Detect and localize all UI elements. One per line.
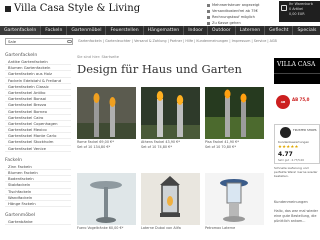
check-icon [207,15,210,19]
birdbath-image [77,173,136,225]
site-header: Villa Casa Style & Living Mehrwertsteuer… [0,0,320,26]
shipping-badge: AB 75,00 AB 75,0 [274,95,320,118]
search-value: Sale [8,39,17,44]
promo-title: VILLA CASA [277,61,316,68]
sidebar-item[interactable]: Gartenbänke [5,219,71,226]
cart-icon [281,5,287,11]
category-sidebar: Gartenfackeln Antike Gartenfackeln Blume… [5,52,71,226]
nav-item-geflecht[interactable]: Geflecht [265,26,294,35]
product-card[interactable]: Rome Fackel 69,00 €* Set of 10 134,80 €* [77,87,136,149]
product-name[interactable]: Petromax Laterne [205,226,264,231]
product-card[interactable]: Petromax Laterne [205,173,264,231]
search-icon[interactable] [67,40,72,43]
product-price: Set of 10 134,80 €* [77,144,111,149]
product-card[interactable]: Fuero Vogeltränke 60,00 €* [77,173,136,231]
petromax-lantern-image [205,173,264,225]
product-card[interactable]: Pisa Fackel 41,90 €* Set of 10 70,80 €* [205,87,264,149]
product-card[interactable]: Laterne Dubai von Alifa [141,173,200,231]
sidebar-heading: Gartenmöbel [5,213,36,219]
nav-item-gartenfackeln[interactable]: Gartenfackeln [0,26,42,35]
product-image[interactable] [141,173,200,225]
product-name[interactable]: Laterne Dubai von Alifa [141,226,200,231]
trust-title: TRUSTED SHOPS [293,128,317,132]
product-name[interactable]: Fuero Vogeltränke 60,00 €* [77,226,136,231]
torch-image [141,87,200,139]
product-card[interactable]: Athens Fackel 43,90 €* Set of 10 74,80 €… [141,87,200,149]
cart-widget[interactable]: Ihr Warenkorb 0 Artikel 0,00 EUR [279,1,320,22]
page-title: Design für Haus und Garten [77,62,242,76]
customer-reviews-heading: Kundenmeinungen [274,200,308,204]
product-image[interactable] [205,87,264,139]
check-icon [207,3,210,7]
sidebar-heading: Gartenfackeln [5,53,38,58]
nav-item-feuerstellen[interactable]: Feuerstellen [106,26,144,35]
nav-item-indoor[interactable]: Indoor [184,26,208,35]
product-price: Set of 10 70,80 €* [205,144,237,149]
torch-image [77,87,136,139]
customer-review-snippet: Hallo, das war mal wieder eine gute Best… [274,209,318,223]
product-price: Set of 10 74,80 €* [141,144,173,149]
service-checklist: Mehrwertsteuer angezeigt Versandkostenfr… [207,2,277,26]
nav-item-haengematten[interactable]: Hängematten [144,26,185,35]
torch-image [205,87,264,139]
logo-icon[interactable] [5,6,11,12]
trusted-shops-icon [280,127,291,138]
check-icon [207,9,210,13]
promo-divider [274,73,320,74]
product-image[interactable] [205,173,264,225]
sidebar-heading: Fackeln [5,157,23,163]
product-image[interactable] [141,87,200,139]
rating-score: 4.77 [278,151,293,158]
nav-item-laternen[interactable]: Laternen [236,26,266,35]
cart-sum: 0,00 EUR [289,12,305,16]
check-icon [207,21,210,25]
nav-item-fackeln[interactable]: Fackeln [41,26,68,35]
rating-subtext: Sehr gut · 4.77/5.00 [278,159,304,162]
trust-label: Kundenbewertungen [278,140,310,144]
badge-text: AB 75,0 [292,97,310,102]
search-input[interactable]: Sale [5,38,73,45]
nav-item-specials[interactable]: Specials [293,26,320,35]
rating-stars: ★★★★★ [278,145,299,150]
review-text: Schnelle Lieferung und perfekte Ware! Ge… [274,166,318,179]
product-image[interactable] [77,87,136,139]
cart-summary: Ihr Warenkorb 0 Artikel 0,00 EUR [289,2,313,17]
nav-item-outdoor[interactable]: Outdoor [208,26,236,35]
product-image[interactable] [77,173,136,225]
nav-item-gartenmoebel[interactable]: Gartenmöbel [67,26,107,35]
badge-circle: AB 75,00 [276,95,290,118]
secondary-nav[interactable]: Gartenfackeln | Gartenleuchter | Versand… [78,38,320,45]
lantern-image [141,173,200,225]
trusted-shops-widget[interactable]: TRUSTED SHOPS Kundenbewertungen ★★★★★ 4.… [274,124,320,164]
breadcrumb: Sie sind hier: Startseite [77,55,119,59]
site-logo[interactable]: Villa Casa Style & Living [14,3,140,14]
main-nav: Gartenfackeln Fackeln Gartenmöbel Feuers… [0,26,320,35]
promo-banner[interactable]: VILLA CASA [274,58,320,84]
